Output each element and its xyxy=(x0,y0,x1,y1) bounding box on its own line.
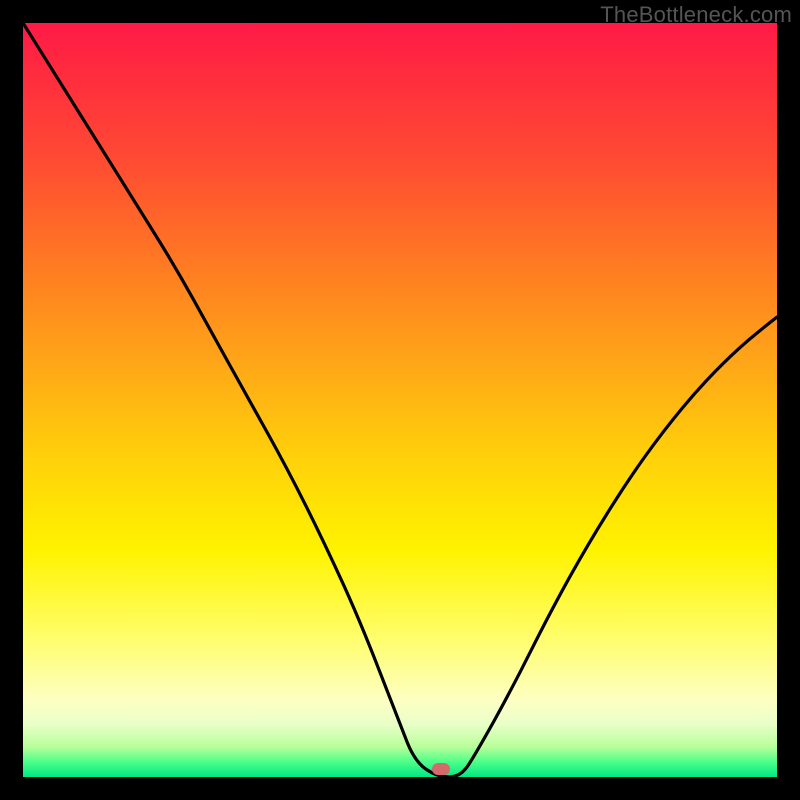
bottleneck-curve xyxy=(23,23,777,777)
optimum-marker xyxy=(432,763,450,775)
watermark-text: TheBottleneck.com xyxy=(600,2,792,28)
plot-area xyxy=(23,23,777,777)
chart-stage: TheBottleneck.com xyxy=(0,0,800,800)
curve-svg xyxy=(23,23,777,777)
